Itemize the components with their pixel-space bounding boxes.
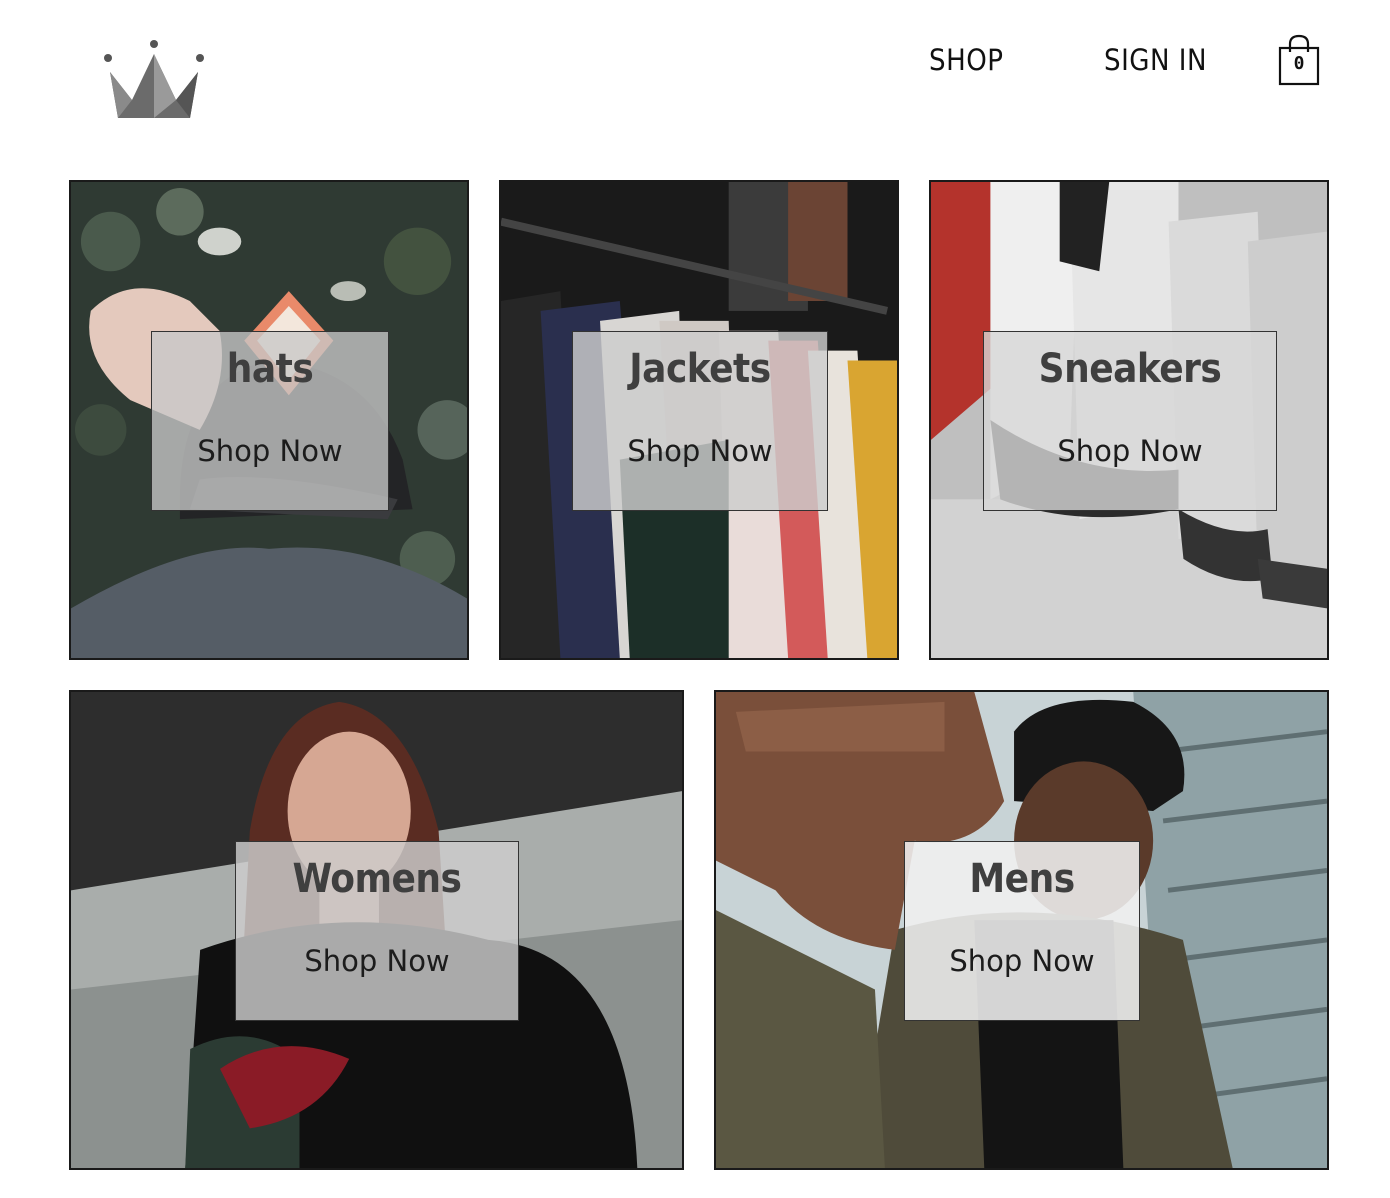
category-title: Mens <box>969 856 1075 902</box>
category-label-box: Mens Shop Now <box>904 841 1140 1021</box>
shop-now-link[interactable]: Shop Now <box>304 944 449 978</box>
header: SHOP SIGN IN 0 <box>0 0 1390 150</box>
shop-now-link[interactable]: Shop Now <box>627 434 772 468</box>
category-title: hats <box>226 346 314 392</box>
category-title: Jackets <box>629 346 771 392</box>
cart-count: 0 <box>1293 53 1305 74</box>
shop-now-link[interactable]: Shop Now <box>1057 434 1202 468</box>
category-label-box: hats Shop Now <box>151 331 389 511</box>
category-tile-hats[interactable]: hats Shop Now <box>69 180 469 660</box>
nav-shop-link[interactable]: SHOP <box>929 40 1003 80</box>
nav-signin-link[interactable]: SIGN IN <box>1104 40 1207 80</box>
category-tile-womens[interactable]: Womens Shop Now <box>69 690 684 1170</box>
category-label-box: Sneakers Shop Now <box>983 331 1277 511</box>
shop-now-link[interactable]: Shop Now <box>949 944 1094 978</box>
category-tile-mens[interactable]: Mens Shop Now <box>714 690 1329 1170</box>
shop-now-link[interactable]: Shop Now <box>197 434 342 468</box>
crown-icon[interactable] <box>100 36 208 122</box>
category-label-box: Womens Shop Now <box>235 841 519 1021</box>
category-tile-sneakers[interactable]: Sneakers Shop Now <box>929 180 1329 660</box>
category-label-box: Jackets Shop Now <box>572 331 828 511</box>
category-tile-jackets[interactable]: Jackets Shop Now <box>499 180 899 660</box>
cart-button[interactable]: 0 <box>1276 34 1322 88</box>
category-title: Womens <box>292 856 462 902</box>
category-title: Sneakers <box>1038 346 1222 392</box>
